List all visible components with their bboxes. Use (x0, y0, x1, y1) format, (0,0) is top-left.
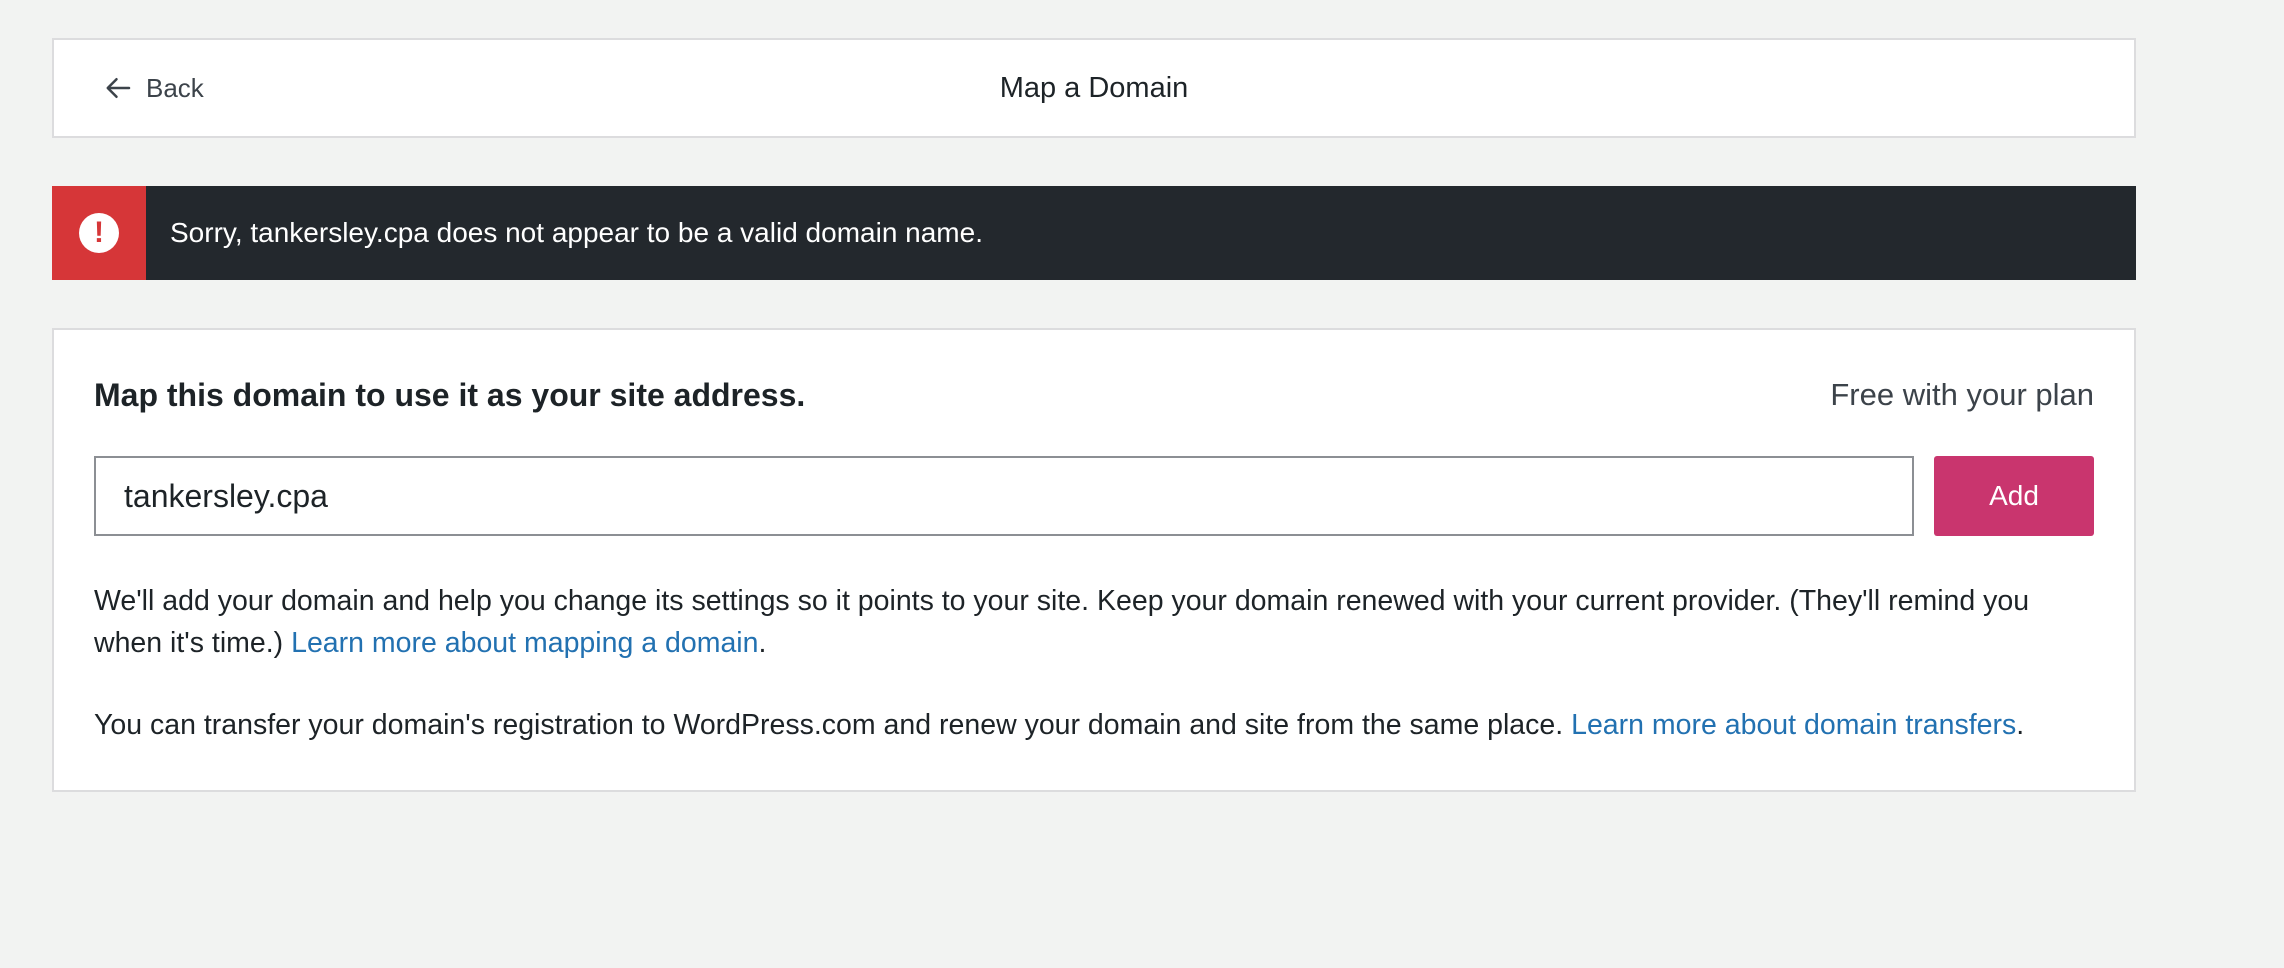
learn-mapping-link[interactable]: Learn more about mapping a domain (291, 627, 758, 659)
notice-icon-box: ! (52, 186, 146, 280)
card-header: Map this domain to use it as your site a… (94, 370, 2094, 420)
mapping-info-suffix: . (758, 627, 767, 659)
map-domain-card: Map this domain to use it as your site a… (52, 328, 2136, 792)
transfer-info-suffix: . (2016, 709, 2025, 741)
domain-input-row: Add (94, 456, 2094, 536)
error-notice: ! Sorry, tankersley.cpa does not appear … (52, 186, 2136, 280)
page-wrapper: Back Map a Domain ! Sorry, tankersley.cp… (52, 38, 2136, 792)
learn-transfers-link[interactable]: Learn more about domain transfers (1571, 709, 2016, 741)
card-heading: Map this domain to use it as your site a… (94, 376, 806, 413)
transfer-info-paragraph: You can transfer your domain's registrat… (94, 704, 2094, 746)
domain-input[interactable] (94, 456, 1914, 536)
arrow-left-icon (104, 73, 134, 103)
header-card: Back Map a Domain (52, 38, 2136, 138)
alert-icon: ! (79, 213, 119, 253)
mapping-info-paragraph: We'll add your domain and help you chang… (94, 580, 2094, 664)
add-button[interactable]: Add (1934, 456, 2094, 536)
notice-message: Sorry, tankersley.cpa does not appear to… (170, 217, 983, 248)
transfer-info-text: You can transfer your domain's registrat… (94, 709, 1572, 741)
price-label: Free with your plan (1830, 377, 2094, 412)
back-label: Back (146, 72, 204, 103)
back-button[interactable]: Back (104, 40, 204, 136)
page-title: Map a Domain (999, 71, 1189, 104)
